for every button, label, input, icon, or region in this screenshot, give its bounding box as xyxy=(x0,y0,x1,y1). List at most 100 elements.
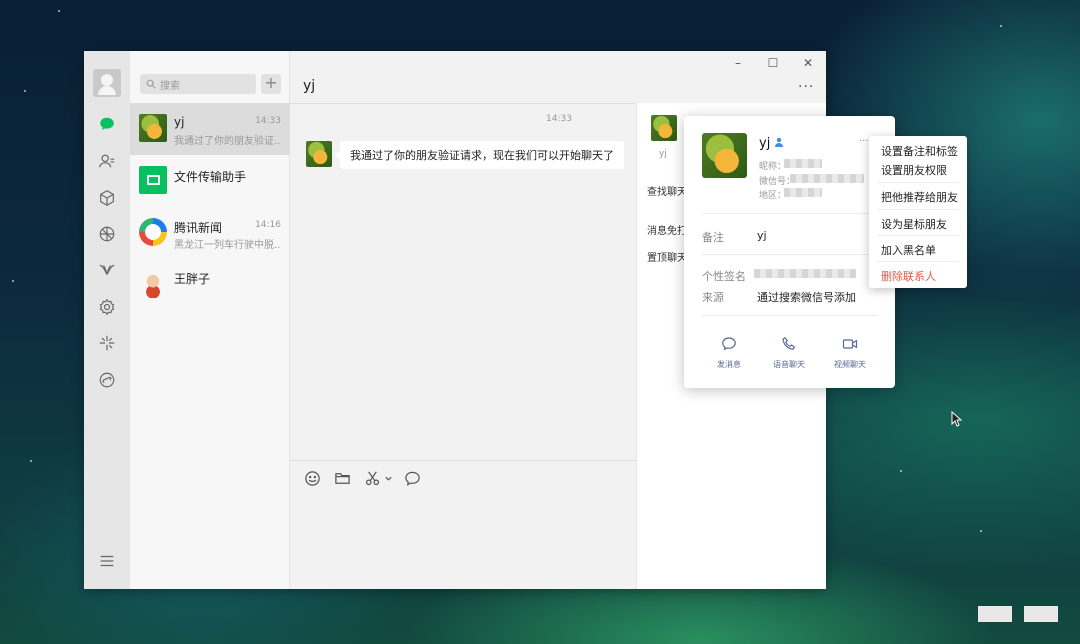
star xyxy=(12,280,14,282)
menu-item-star-friend[interactable]: 设为星标朋友 xyxy=(881,216,947,232)
star xyxy=(900,470,902,472)
message-bubble: 我通过了你的朋友验证请求，现在我们可以开始聊天了 xyxy=(335,141,624,169)
profile-name: yj xyxy=(759,136,771,151)
nav-bar xyxy=(84,51,130,589)
star xyxy=(980,530,982,532)
search-chat-history-item[interactable]: 查找聊天 xyxy=(647,183,687,198)
gear-icon[interactable] xyxy=(97,297,117,317)
menu-item-recommend[interactable]: 把他推荐给朋友 xyxy=(881,189,958,205)
person-icon xyxy=(775,137,783,147)
divider xyxy=(877,182,959,183)
scissors-icon[interactable] xyxy=(363,469,381,487)
signature-redacted xyxy=(754,269,856,278)
chat-title: yj xyxy=(303,78,316,94)
divider xyxy=(290,460,636,461)
star xyxy=(1000,25,1002,27)
chat-item-yj[interactable]: yj 14:33 我通过了你的朋友验证... xyxy=(130,103,290,155)
close-button[interactable]: ✕ xyxy=(800,56,816,70)
divider xyxy=(702,315,877,316)
chat-icon[interactable] xyxy=(97,114,117,134)
message-timestamp: 14:33 xyxy=(546,114,572,124)
chat-item-preview: 我通过了你的朋友验证... xyxy=(174,136,280,147)
mouse-cursor-icon xyxy=(951,411,963,427)
divider xyxy=(290,103,636,104)
star xyxy=(24,90,26,92)
remark-label: 备注 xyxy=(702,231,724,244)
cartoon-avatar xyxy=(139,270,167,298)
folder-icon[interactable] xyxy=(333,469,351,487)
miniprogram-icon[interactable] xyxy=(97,370,117,390)
mute-notifications-item[interactable]: 消息免打 xyxy=(647,222,687,237)
duck-avatar xyxy=(139,114,167,142)
tencent-news-icon xyxy=(139,218,167,246)
side-panel-name: yj xyxy=(659,149,667,159)
maximize-button[interactable]: ☐ xyxy=(765,56,781,70)
chat-item-file-transfer[interactable]: 文件传输助手 xyxy=(130,155,290,207)
chat-item-name: yj xyxy=(174,115,185,129)
source-value: 通过搜索微信号添加 xyxy=(757,291,856,304)
menu-icon[interactable] xyxy=(97,551,117,571)
wechat-id-redacted xyxy=(790,174,864,183)
divider xyxy=(877,235,959,236)
chat-item-tencent-news[interactable]: 腾讯新闻 14:16 黑龙江一列车行驶中脱... xyxy=(130,207,290,259)
send-message-label: 发消息 xyxy=(717,360,741,369)
chat-bubble-icon xyxy=(722,337,736,351)
minimize-button[interactable]: – xyxy=(730,56,746,70)
send-message-button[interactable]: 发消息 xyxy=(709,336,749,370)
more-icon[interactable]: ··· xyxy=(798,79,814,95)
chat-list: 搜索 + yj 14:33 我通过了你的朋友验证... 文件传输助手 腾讯新闻 … xyxy=(130,51,290,589)
contacts-icon[interactable] xyxy=(97,151,117,171)
chat-item-name: 文件传输助手 xyxy=(174,170,247,184)
voice-call-button[interactable]: 语音聊天 xyxy=(769,336,809,370)
video-icon xyxy=(842,339,858,349)
nickname-label: 昵称： xyxy=(759,162,787,172)
duck-avatar[interactable] xyxy=(702,133,747,178)
duck-avatar[interactable] xyxy=(651,115,677,141)
menu-item-set-remark[interactable]: 设置备注和标签 xyxy=(881,143,958,159)
chat-item-time: 14:33 xyxy=(255,116,281,126)
emoji-icon[interactable] xyxy=(303,469,321,487)
region-redacted xyxy=(784,188,822,197)
chat-item-preview: 黑龙江一列车行驶中脱... xyxy=(174,240,280,251)
divider xyxy=(877,209,959,210)
watermark-logo xyxy=(978,606,1012,622)
channels-icon[interactable] xyxy=(97,260,117,280)
chat-history-icon[interactable] xyxy=(403,469,421,487)
nickname-redacted xyxy=(784,159,822,168)
pin-chat-item[interactable]: 置顶聊天 xyxy=(647,249,687,264)
menu-item-blacklist[interactable]: 加入黑名单 xyxy=(881,242,936,258)
search-placeholder: 搜索 xyxy=(160,80,180,92)
chat-item-name: 腾讯新闻 xyxy=(174,221,223,235)
video-call-button[interactable]: 视频聊天 xyxy=(830,336,870,370)
search-icon xyxy=(146,79,156,89)
sparkle-icon[interactable] xyxy=(97,333,117,353)
search-input[interactable]: 搜索 xyxy=(140,74,256,94)
my-avatar[interactable] xyxy=(93,69,121,97)
moments-icon[interactable] xyxy=(97,224,117,244)
voice-call-label: 语音聊天 xyxy=(773,360,805,369)
divider xyxy=(877,261,959,262)
watermark-logo xyxy=(1024,606,1058,622)
box-icon[interactable] xyxy=(97,188,117,208)
contact-context-menu: 设置备注和标签 设置朋友权限 把他推荐给朋友 设为星标朋友 加入黑名单 删除联系… xyxy=(869,136,967,288)
menu-item-delete-contact[interactable]: 删除联系人 xyxy=(881,268,936,284)
remark-value[interactable]: yj xyxy=(757,229,767,242)
duck-avatar[interactable] xyxy=(306,141,332,167)
phone-icon xyxy=(782,336,796,350)
signature-label: 个性签名 xyxy=(702,270,746,283)
video-call-label: 视频聊天 xyxy=(834,360,866,369)
chat-item-name: 王胖子 xyxy=(174,272,211,286)
star xyxy=(30,460,32,462)
divider xyxy=(702,254,877,255)
file-transfer-icon xyxy=(139,166,167,194)
chat-item-wangpangzi[interactable]: 王胖子 xyxy=(130,259,290,311)
chevron-down-icon[interactable] xyxy=(383,469,393,487)
add-button[interactable]: + xyxy=(261,74,281,94)
star xyxy=(58,10,60,12)
chat-item-time: 14:16 xyxy=(255,220,281,230)
profile-card: yj ··· 昵称： 微信号： 地区： 备注 yj 个性签名 来源 通过搜索微信… xyxy=(684,116,895,388)
source-label: 来源 xyxy=(702,291,724,304)
more-icon[interactable]: ··· xyxy=(859,136,869,147)
region-label: 地区： xyxy=(759,191,787,201)
menu-item-friend-permissions[interactable]: 设置朋友权限 xyxy=(881,162,947,178)
